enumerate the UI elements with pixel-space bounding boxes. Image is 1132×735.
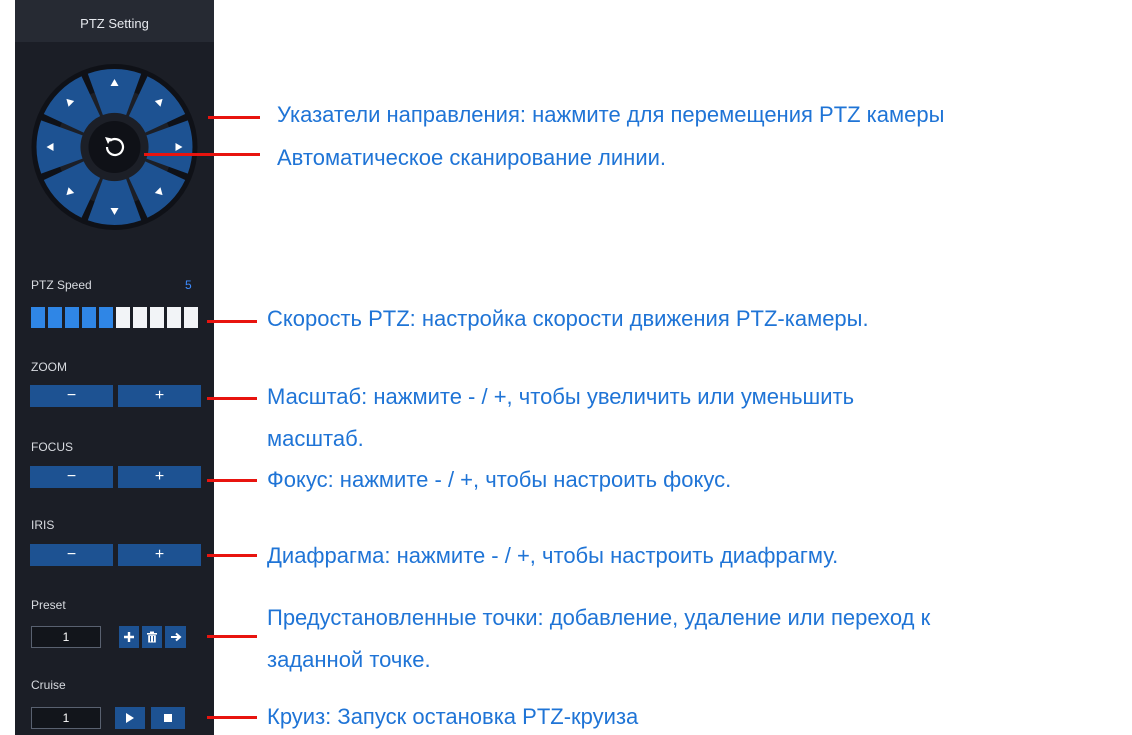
speed-slider[interactable] [31,307,198,328]
callout-line-speed [207,320,257,323]
trash-icon [147,631,157,643]
zoom-in-button[interactable]: + [118,385,201,407]
preset-goto-button[interactable] [165,626,186,648]
speed-segment[interactable] [167,307,181,328]
speed-segment[interactable] [150,307,164,328]
callout-line-focus [207,479,257,482]
direction-wheel [31,63,198,231]
iris-open-button[interactable]: + [118,544,201,566]
callout-iris: Диафрагма: нажмите - / +, чтобы настроит… [267,543,839,568]
cruise-label: Cruise [31,678,66,692]
arrow-right-icon [170,632,182,642]
speed-label: PTZ Speed [31,278,92,292]
callout-line-zoom [207,397,257,400]
callout-zoom-line2: масштаб. [267,426,364,451]
focus-label: FOCUS [31,440,73,454]
preset-delete-button[interactable] [142,626,162,648]
speed-segment[interactable] [31,307,45,328]
cruise-start-button[interactable] [115,707,145,729]
play-icon [126,713,134,723]
callout-speed: Скорость PTZ: настройка скорости движени… [267,306,869,331]
preset-label: Preset [31,598,66,612]
speed-segment[interactable] [48,307,62,328]
speed-segment[interactable] [116,307,130,328]
focus-plus-button[interactable]: + [118,466,201,488]
zoom-label: ZOOM [31,360,67,374]
stop-icon [164,714,172,722]
cruise-stop-button[interactable] [151,707,185,729]
speed-value: 5 [185,278,192,292]
callout-zoom-line1: Масштаб: нажмите - / +, чтобы увеличить … [267,384,855,409]
speed-segment[interactable] [82,307,96,328]
speed-segment[interactable] [65,307,79,328]
auto-scan-button[interactable] [88,121,141,173]
speed-segment[interactable] [99,307,113,328]
zoom-out-button[interactable]: − [30,385,113,407]
callout-line-cruise [207,716,257,719]
preset-add-button[interactable] [119,626,139,648]
callout-autoscan: Автоматическое сканирование линии. [277,145,667,170]
speed-segment[interactable] [133,307,147,328]
focus-minus-button[interactable]: − [30,466,113,488]
ptz-setting-panel: PTZ Setting PTZ Speed 5 ZOOM − + FOCUS −… [15,0,214,735]
callout-line-iris [207,554,257,557]
callout-line-preset [207,635,257,638]
iris-label: IRIS [31,518,55,532]
preset-number-input[interactable]: 1 [31,626,101,648]
speed-segment[interactable] [184,307,198,328]
callout-line-direction [208,116,260,119]
cruise-number-input[interactable]: 1 [31,707,101,729]
plus-icon [124,632,134,642]
callout-line-autoscan [144,153,260,156]
callout-direction: Указатели направления: нажмите для перем… [277,102,945,127]
iris-close-button[interactable]: − [30,544,113,566]
callout-focus: Фокус: нажмите - / +, чтобы настроить фо… [267,467,732,492]
callout-preset-line2: заданной точке. [267,647,431,672]
callout-preset-line1: Предустановленные точки: добавление, уда… [267,605,931,630]
callout-cruise: Круиз: Запуск остановка PTZ-круиза [267,704,639,729]
panel-title: PTZ Setting [15,0,214,42]
